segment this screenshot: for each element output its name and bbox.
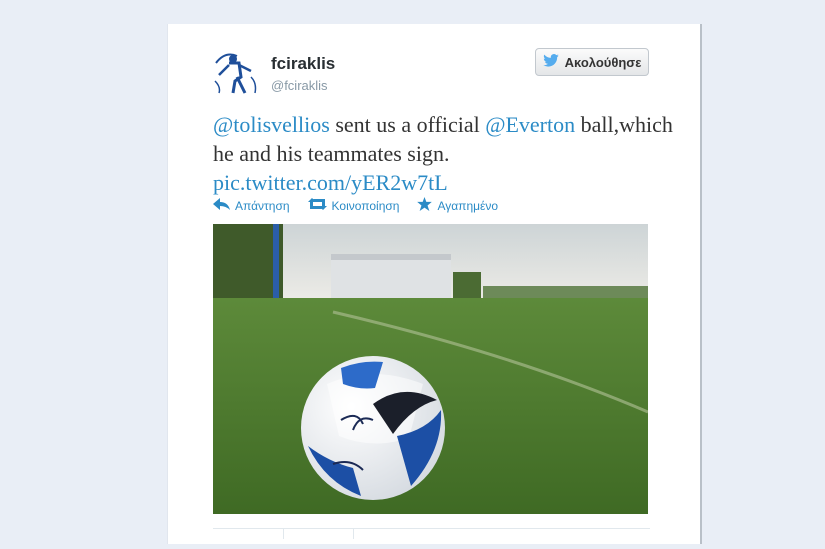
retweet-action[interactable]: Κοινοποίηση bbox=[307, 197, 400, 214]
pic-link[interactable]: pic.twitter.com/yER2w7tL bbox=[213, 170, 448, 195]
tweet-text-part: sent us a official bbox=[329, 112, 486, 137]
reply-label: Απάντηση bbox=[235, 198, 290, 213]
footer-separator bbox=[353, 529, 354, 539]
mention-link[interactable]: @Everton bbox=[485, 112, 575, 137]
follow-button[interactable]: Ακολούθησε bbox=[535, 48, 649, 76]
display-name[interactable]: fciraklis bbox=[271, 54, 335, 74]
reply-action[interactable]: Απάντηση bbox=[213, 197, 290, 214]
avatar[interactable] bbox=[211, 47, 261, 97]
mention-link[interactable]: @tolisvellios bbox=[213, 112, 330, 137]
retweet-label: Κοινοποίηση bbox=[331, 198, 400, 213]
tweet-photo[interactable] bbox=[213, 224, 648, 514]
follow-button-label: Ακολούθησε bbox=[564, 54, 642, 70]
tweet-text: @tolisvellios sent us a official @Everto… bbox=[213, 110, 673, 197]
twitter-bird-icon bbox=[542, 54, 559, 70]
favorite-label: Αγαπημένο bbox=[437, 198, 499, 213]
tweet-card: fciraklis @fciraklis Ακολούθησε @tolisve… bbox=[167, 24, 702, 544]
favorite-action[interactable]: Αγαπημένο bbox=[417, 197, 498, 214]
footer-separator bbox=[283, 529, 284, 539]
handle[interactable]: @fciraklis bbox=[271, 78, 328, 93]
tweet-footer-divider bbox=[213, 528, 650, 549]
reply-icon bbox=[213, 198, 230, 213]
tweet-actions: Απάντηση Κοινοποίηση Αγαπημένο bbox=[213, 197, 498, 214]
retweet-icon bbox=[307, 198, 327, 213]
star-icon bbox=[417, 197, 433, 214]
